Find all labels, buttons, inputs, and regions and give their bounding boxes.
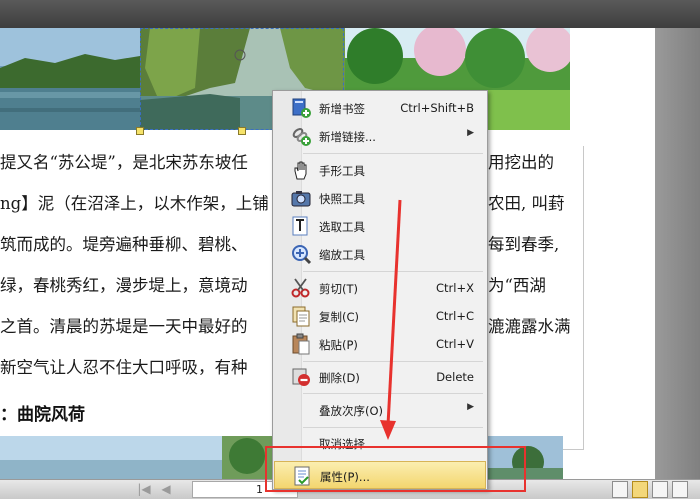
annotation-highlight-box <box>265 446 526 492</box>
annotation-arrow <box>380 199 402 440</box>
